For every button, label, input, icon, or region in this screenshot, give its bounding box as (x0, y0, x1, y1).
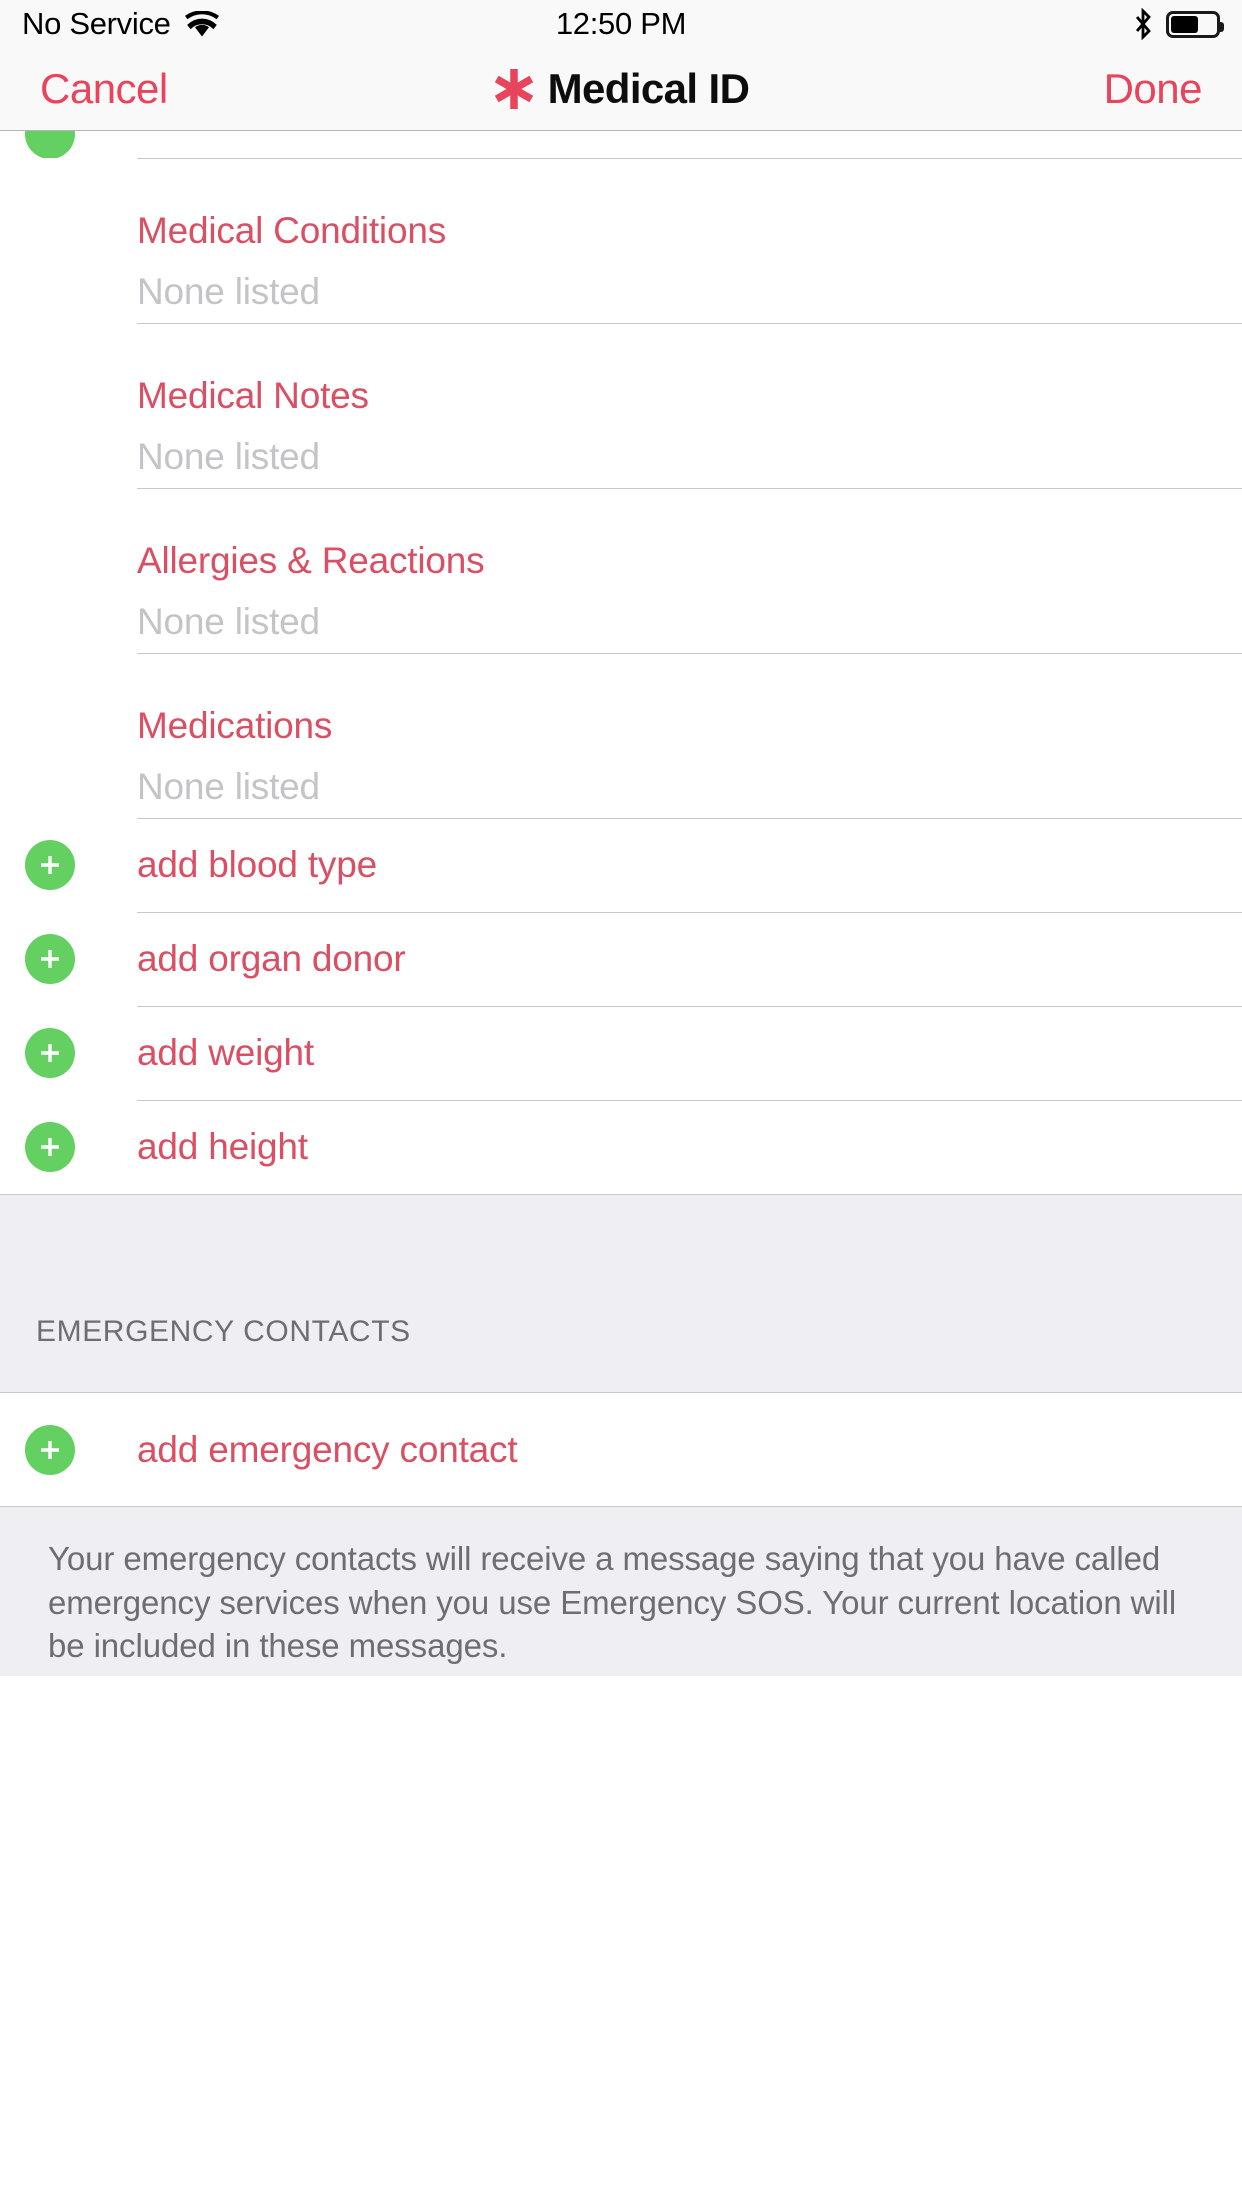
plus-icon[interactable] (25, 1424, 75, 1475)
field-value[interactable]: None listed (137, 249, 1242, 310)
plus-icon[interactable] (25, 1028, 75, 1078)
row-separator (137, 912, 1242, 913)
add-row-emergency-contact[interactable]: add emergency contact (0, 1393, 1242, 1506)
field-value[interactable]: None listed (137, 579, 1242, 640)
field-label: Medical Notes (137, 375, 369, 416)
add-row-label: add blood type (137, 844, 377, 885)
plus-icon[interactable] (25, 840, 75, 890)
status-bar-right (621, 8, 1224, 40)
row-separator (137, 1100, 1242, 1101)
scroll-content[interactable]: Medical Conditions None listed Medical N… (0, 131, 1242, 2208)
plus-icon[interactable] (25, 131, 75, 158)
footer-text: Your emergency contacts will receive a m… (48, 1540, 1177, 1665)
row-separator (137, 1006, 1242, 1007)
add-row-height[interactable]: add height (0, 1100, 1242, 1194)
plus-icon[interactable] (25, 1122, 75, 1172)
field-label: Allergies & Reactions (137, 540, 485, 581)
done-button[interactable]: Done (1104, 65, 1203, 113)
row-separator (137, 818, 1242, 819)
emergency-contacts-footer: Your emergency contacts will receive a m… (0, 1506, 1242, 1676)
add-row-weight[interactable]: add weight (0, 1006, 1242, 1100)
field-label: Medications (137, 705, 333, 746)
emergency-contacts-section-header: EMERGENCY CONTACTS (0, 1299, 1242, 1392)
field-row-medical-notes[interactable]: Medical Notes None listed (0, 323, 1242, 488)
row-separator (137, 158, 1242, 159)
medical-asterisk-icon (493, 66, 535, 112)
field-label: Medical Conditions (137, 210, 447, 251)
page-title: Medical ID (0, 65, 1242, 113)
plus-icon[interactable] (25, 934, 75, 984)
add-row-blood-type[interactable]: add blood type (0, 818, 1242, 912)
battery-icon (1166, 10, 1224, 38)
clipped-add-row[interactable] (0, 131, 1242, 158)
bluetooth-icon (1133, 8, 1153, 40)
add-row-label: add weight (137, 1032, 314, 1073)
navigation-bar: Cancel Medical ID Done (0, 48, 1242, 131)
field-row-medical-conditions[interactable]: Medical Conditions None listed (0, 158, 1242, 323)
field-value[interactable]: None listed (137, 414, 1242, 475)
medical-id-edit-screen: No Service 12:50 PM Cancel Medical ID Do… (0, 0, 1242, 2208)
add-row-label: add height (137, 1126, 308, 1167)
row-separator (137, 488, 1242, 489)
page-title-text: Medical ID (547, 65, 750, 112)
cancel-button[interactable]: Cancel (40, 65, 168, 113)
section-header-label: EMERGENCY CONTACTS (36, 1315, 411, 1348)
field-value[interactable]: None listed (137, 744, 1242, 805)
row-separator (137, 653, 1242, 654)
section-gap (0, 1194, 1242, 1299)
add-row-label: add emergency contact (137, 1428, 518, 1470)
row-separator (137, 323, 1242, 324)
status-bar: No Service 12:50 PM (0, 0, 1242, 48)
field-row-medications[interactable]: Medications None listed (0, 653, 1242, 818)
field-row-allergies-reactions[interactable]: Allergies & Reactions None listed (0, 488, 1242, 653)
add-row-organ-donor[interactable]: add organ donor (0, 912, 1242, 1006)
add-row-label: add organ donor (137, 938, 406, 979)
